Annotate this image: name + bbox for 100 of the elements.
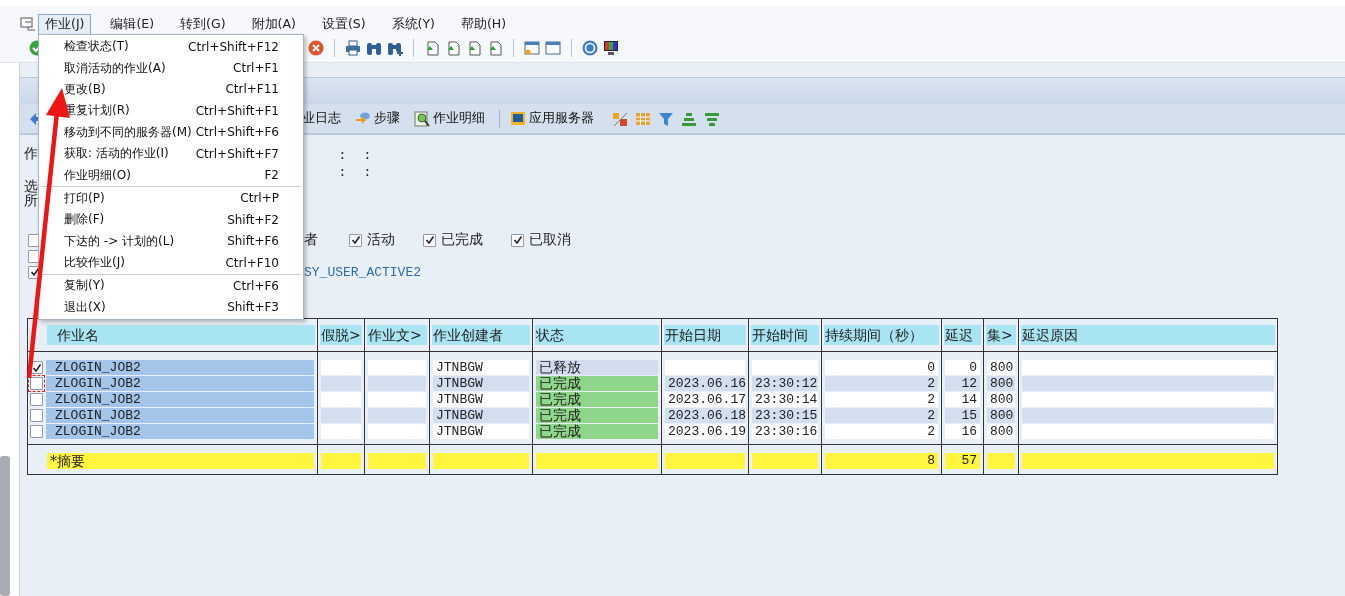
checkbox[interactable]	[30, 409, 43, 422]
toolbar-button[interactable]: 步骤	[355, 110, 400, 127]
menu-item[interactable]: 获取: 活动的作业(I)	[64, 145, 169, 163]
summary-cell: 57	[945, 453, 980, 469]
menu-item[interactable]: 更改(B)	[64, 80, 106, 98]
checkbox[interactable]	[511, 233, 524, 247]
shortcut-label: Ctrl+F10	[225, 255, 279, 270]
layout-icon[interactable]	[612, 110, 628, 127]
table-cell: 23:30:15	[752, 408, 818, 423]
page-arrow-icon[interactable]	[445, 40, 461, 56]
menu-item[interactable]: 退出(X)	[64, 298, 106, 316]
screen-icon[interactable]	[20, 16, 36, 32]
empty-cell	[752, 360, 818, 375]
magnifier-icon	[414, 110, 430, 127]
page-arrow-icon[interactable]	[466, 40, 482, 56]
table-cell: 2	[825, 424, 938, 439]
table-cell: 0	[945, 360, 980, 375]
table-cell: 800	[987, 408, 1015, 423]
sort-icon[interactable]	[681, 110, 697, 127]
sort-icon[interactable]	[704, 110, 720, 127]
menu-item[interactable]: 删除(F)	[64, 211, 105, 229]
empty-cell	[321, 376, 361, 391]
option-label: 活动	[367, 231, 395, 249]
toolbar-button[interactable]: 应用服务器	[510, 110, 594, 127]
table-cell: 2	[825, 392, 938, 407]
page-arrow-icon[interactable]	[424, 40, 440, 56]
filter-icon[interactable]	[658, 110, 674, 127]
empty-cell	[321, 360, 361, 375]
menu-item[interactable]: 帮助(H)	[453, 13, 514, 35]
column-header[interactable]: 状态	[535, 325, 659, 345]
table-cell: 2023.06.17	[665, 392, 745, 407]
table-cell: 0	[825, 360, 938, 375]
monitor-icon[interactable]	[603, 40, 619, 56]
table-cell: 23:30:16	[752, 424, 818, 439]
table-cell: JTNBGW	[433, 424, 529, 439]
menu-item[interactable]: 取消活动的作业(A)	[64, 59, 166, 77]
menu-item[interactable]: 移动到不同的服务器(M)	[64, 123, 192, 141]
column-header[interactable]: 假脱>	[320, 325, 362, 345]
column-header[interactable]: 持续期间（秒）	[824, 325, 939, 345]
column-header[interactable]: 开始时间	[751, 325, 819, 345]
table-cell: 2023.06.19	[665, 424, 745, 439]
grid-icon[interactable]	[635, 110, 651, 127]
field-separator: :	[365, 162, 371, 179]
menu-item[interactable]: 编辑(E)	[103, 13, 162, 35]
cancel-icon[interactable]	[308, 40, 324, 56]
menu-item[interactable]: 检查状态(T)	[64, 38, 129, 56]
toolbar-button[interactable]: 作业明细	[414, 110, 485, 127]
column-header[interactable]: 延迟	[944, 325, 981, 345]
empty-cell	[321, 392, 361, 407]
column-header[interactable]: 延迟原因	[1021, 325, 1275, 345]
table-cell: 已完成	[536, 392, 658, 407]
empty-cell	[368, 424, 426, 439]
table-cell: 23:30:14	[752, 392, 818, 407]
window-icon[interactable]	[524, 40, 540, 56]
table-cell: 800	[987, 360, 1015, 375]
menu-item[interactable]: 打印(P)	[64, 189, 105, 207]
option-label: 者	[304, 231, 319, 249]
shortcut-label: Ctrl+F11	[225, 82, 279, 97]
page-arrow-icon[interactable]	[487, 40, 503, 56]
scrollbar[interactable]	[0, 456, 10, 596]
table-cell: 2	[825, 376, 938, 391]
binoculars-plus-icon[interactable]	[387, 40, 403, 56]
table-cell: 15	[945, 408, 980, 423]
empty-cell	[321, 424, 361, 439]
menu-item[interactable]: 系统(Y)	[384, 13, 442, 35]
table-cell: 14	[945, 392, 980, 407]
menu-item[interactable]: 作业明细(O)	[64, 166, 131, 184]
checkbox[interactable]	[349, 233, 362, 247]
menu-item[interactable]: 作业(J)	[38, 13, 92, 35]
menu-item[interactable]: 附加(A)	[244, 13, 303, 35]
column-header[interactable]: 集>	[986, 325, 1016, 345]
empty-cell	[368, 360, 426, 375]
column-header[interactable]: 作业创建者	[432, 325, 530, 345]
checkbox[interactable]	[30, 393, 43, 406]
empty-cell	[321, 453, 361, 469]
table-cell: JTNBGW	[433, 408, 529, 423]
binoculars-icon[interactable]	[366, 40, 382, 56]
table-cell: 2	[825, 408, 938, 423]
empty-cell	[987, 453, 1015, 469]
table-cell: 800	[987, 424, 1015, 439]
empty-cell	[321, 408, 361, 423]
menu-item[interactable]: 比较作业(J)	[64, 254, 125, 272]
column-header[interactable]: 开始日期	[664, 325, 746, 345]
menu-item[interactable]: 复制(Y)	[64, 277, 105, 295]
column-header[interactable]: 作业名	[47, 325, 315, 345]
section-label: 所	[24, 192, 38, 208]
shortcut-label: Ctrl+F6	[233, 279, 279, 293]
option-label: 已取消	[529, 231, 571, 249]
checkbox[interactable]	[30, 425, 43, 438]
table-cell: 12	[945, 376, 980, 391]
menu-item[interactable]: 转到(G)	[173, 13, 233, 35]
window-icon[interactable]	[545, 40, 561, 56]
shortcut-label: Shift+F6	[227, 234, 279, 249]
column-header[interactable]: 作业文>	[367, 325, 427, 345]
field-label: 作	[24, 144, 38, 161]
printer-icon[interactable]	[345, 40, 361, 56]
summary-cell: 8	[825, 453, 938, 469]
checkbox[interactable]	[423, 233, 436, 247]
menu-item[interactable]: 设置(S)	[314, 13, 373, 35]
menu-item[interactable]: 下达的 -> 计划的(L)	[64, 232, 175, 250]
